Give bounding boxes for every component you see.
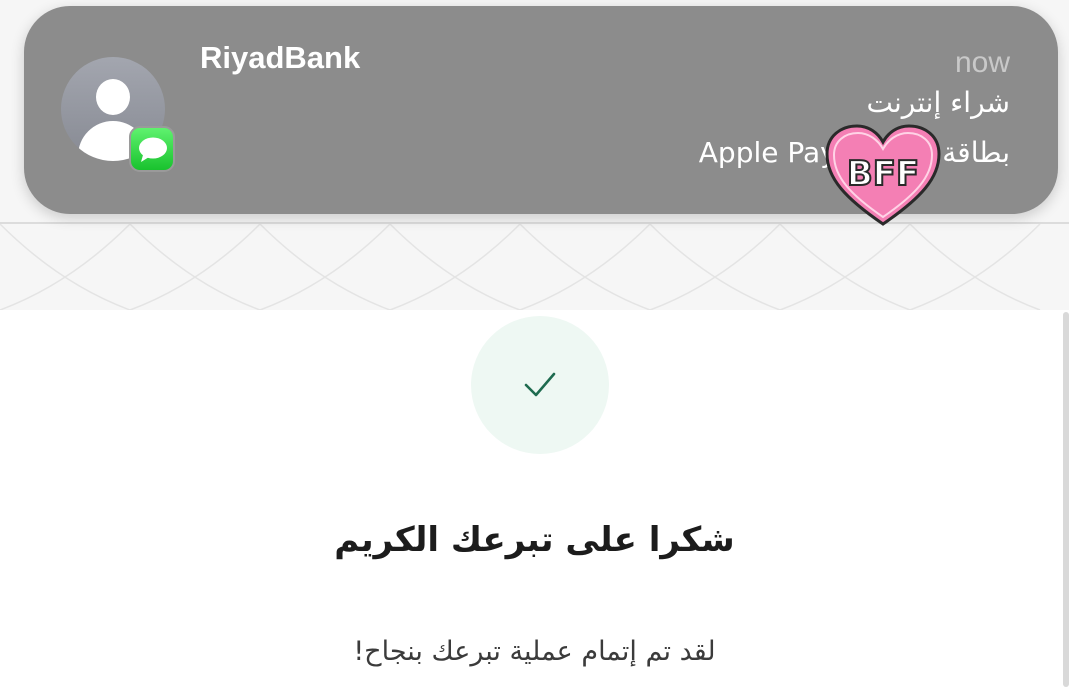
decorative-pattern (0, 224, 1041, 310)
checkmark-icon (524, 372, 556, 397)
page-title: شكرا على تبرعك الكريم (334, 520, 735, 560)
scrollbar[interactable] (1063, 312, 1069, 687)
success-message: لقد تم إتمام عملية تبرعك بنجاح! (353, 636, 716, 667)
bff-heart-sticker: BFF (825, 124, 941, 226)
sticker-text: BFF (847, 154, 919, 194)
messages-icon (129, 126, 175, 172)
notification-app-name: RiyadBank (200, 40, 361, 75)
notification-title: شراء إنترنت (866, 86, 1010, 119)
person-icon-head (96, 79, 130, 115)
success-badge (471, 316, 609, 454)
notification-time: now (954, 46, 1010, 79)
